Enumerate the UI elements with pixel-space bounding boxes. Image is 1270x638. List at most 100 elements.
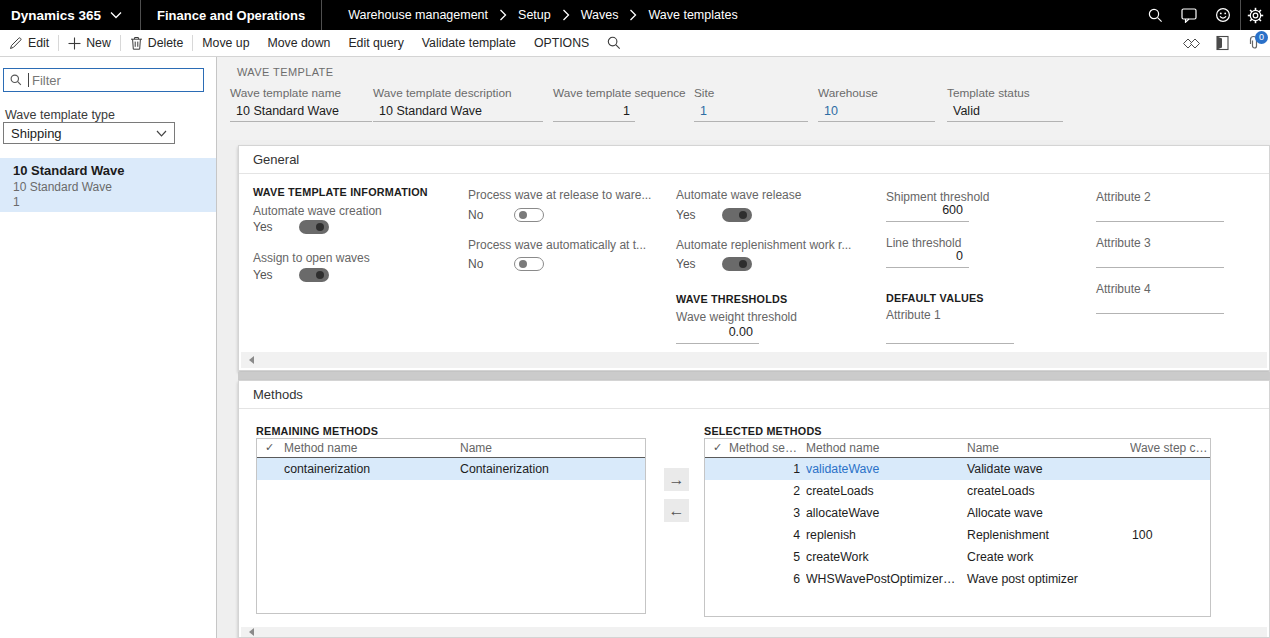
grid-header: ✓ Method name Name [257,439,645,458]
move-up-button[interactable]: Move up [193,30,258,56]
group-title: WAVE TEMPLATE INFORMATION [253,186,428,198]
filter-placeholder: Filter [32,73,61,88]
attribute-4-input[interactable] [1096,292,1224,314]
main-panel: WAVE TEMPLATE Wave template name 10 Stan… [217,57,1270,638]
new-button[interactable]: New [59,30,120,56]
horizontal-scrollbar[interactable] [241,627,1267,637]
action-toolbar: Edit New Delete Move up Move down Edit q… [0,30,1270,57]
delete-button[interactable]: Delete [121,30,193,56]
trash-icon [130,36,143,50]
brand-title: Dynamics 365 [11,8,101,23]
attribute-3-input[interactable] [1096,246,1224,268]
selected-methods-caption: SELECTED METHODS [704,425,822,437]
table-row[interactable]: 5 createWork Create work [705,546,1210,568]
search-button[interactable] [1138,0,1172,30]
plus-icon [68,37,81,50]
scroll-left-icon [249,356,254,364]
table-row[interactable]: 6 WHSWavePostOptimizerWav... Wave post o… [705,568,1210,590]
breadcrumb: Warehouse management Setup Waves Wave te… [344,8,741,22]
shipment-threshold-input[interactable]: 600 [886,200,969,222]
automate-replenishment-toggle[interactable]: Yes [676,256,752,271]
breadcrumb-chevron-icon [562,9,570,21]
toggle-on [299,220,329,234]
breadcrumb-item-wave-templates[interactable]: Wave templates [648,8,737,22]
wave-weight-threshold-input[interactable]: 0.00 [676,322,759,344]
group-title: DEFAULT VALUES [886,292,984,304]
toggle-off [514,208,544,222]
process-wave-automatically-toggle[interactable]: No [468,256,544,271]
field-wave-template-name: Wave template name 10 Standard Wave [230,86,372,122]
general-section-header[interactable]: General [239,146,1269,174]
toggle-on [722,257,752,271]
table-row[interactable]: 2 createLoads createLoads [705,480,1210,502]
toggle-on [299,268,329,282]
field-wave-template-sequence: Wave template sequence 1 [553,86,635,122]
smiley-icon [1215,7,1231,23]
move-right-button[interactable]: → [664,468,689,491]
attachments-count-badge: 0 [1255,31,1268,44]
navbar-divider [321,0,322,30]
table-row[interactable]: 3 allocateWave Allocate wave [705,502,1210,524]
chevron-down-icon [156,130,167,137]
field-site: Site 1 [694,86,808,122]
feedback-button[interactable] [1172,0,1206,30]
options-button[interactable]: OPTIONS [525,30,598,56]
process-wave-at-release-toggle[interactable]: No [468,207,544,222]
app-launcher[interactable]: Dynamics 365 [0,0,140,30]
wave-template-type-label: Wave template type [5,108,115,122]
table-row[interactable]: containerization Containerization [257,458,645,480]
group-title: WAVE THRESHOLDS [676,293,787,305]
filter-input[interactable]: Filter [3,68,204,92]
arrow-left-icon: ← [669,502,685,520]
close-line-view-button[interactable] [1183,30,1200,57]
select-all-checkmark-icon[interactable]: ✓ [713,441,722,454]
field-template-status: Template status Valid [947,86,1063,122]
record-list-sidebar: Filter Wave template type Shipping 10 St… [0,57,217,638]
scroll-left-icon [249,628,254,636]
record-header: WAVE TEMPLATE Wave template name 10 Stan… [217,57,1270,140]
double-diamond-icon [1183,38,1200,49]
list-item-selected[interactable]: 10 Standard Wave 10 Standard Wave 1 [0,158,216,212]
pencil-icon [9,36,23,50]
select-all-checkmark-icon[interactable]: ✓ [265,441,274,454]
search-icon [1148,8,1163,23]
open-in-office-button[interactable] [1214,30,1231,57]
automate-wave-creation-toggle[interactable]: Yes [253,219,329,234]
wave-template-type-select[interactable]: Shipping [3,122,175,144]
office-icon [1215,35,1230,51]
automate-wave-release-toggle[interactable]: Yes [676,207,752,222]
horizontal-scrollbar[interactable] [241,352,1267,368]
attribute-2-input[interactable] [1096,200,1224,222]
breadcrumb-item-module[interactable]: Warehouse management [348,8,488,22]
breadcrumb-item-setup[interactable]: Setup [518,8,551,22]
edit-button[interactable]: Edit [0,30,58,56]
attachments-button[interactable]: 0 [1245,30,1262,57]
field-warehouse: Warehouse 10 [818,86,935,122]
top-navbar: Dynamics 365 Finance and Operations Ware… [0,0,1270,30]
breadcrumb-item-waves[interactable]: Waves [581,8,619,22]
arrow-right-icon: → [669,471,685,489]
general-section: General WAVE TEMPLATE INFORMATION Automa… [238,145,1270,371]
remaining-methods-caption: REMAINING METHODS [256,425,378,437]
move-down-button[interactable]: Move down [259,30,340,56]
assign-to-open-waves-toggle[interactable]: Yes [253,267,329,282]
table-row[interactable]: 4 replenish Replenishment 100 [705,524,1210,546]
breadcrumb-chevron-icon [499,9,507,21]
selected-methods-grid: ✓ Method sequ... Method name Name Wave s… [704,438,1211,617]
methods-section-header[interactable]: Methods [239,381,1269,409]
validate-template-button[interactable]: Validate template [413,30,525,56]
settings-button[interactable] [1241,0,1270,30]
remaining-methods-grid: ✓ Method name Name containerization Cont… [256,438,646,614]
attribute-1-input[interactable] [886,322,1014,344]
edit-query-button[interactable]: Edit query [339,30,412,56]
search-icon [10,74,22,86]
move-left-button[interactable]: ← [664,499,689,522]
toolbar-search-button[interactable] [598,30,630,56]
chat-icon [1181,7,1197,23]
line-threshold-input[interactable]: 0 [886,246,969,268]
card-gap [238,372,1270,380]
feedback-smiley-button[interactable] [1206,0,1240,30]
table-row[interactable]: 1 validateWave Validate wave [705,458,1210,480]
toggle-off [514,257,544,271]
app-name[interactable]: Finance and Operations [141,8,321,23]
